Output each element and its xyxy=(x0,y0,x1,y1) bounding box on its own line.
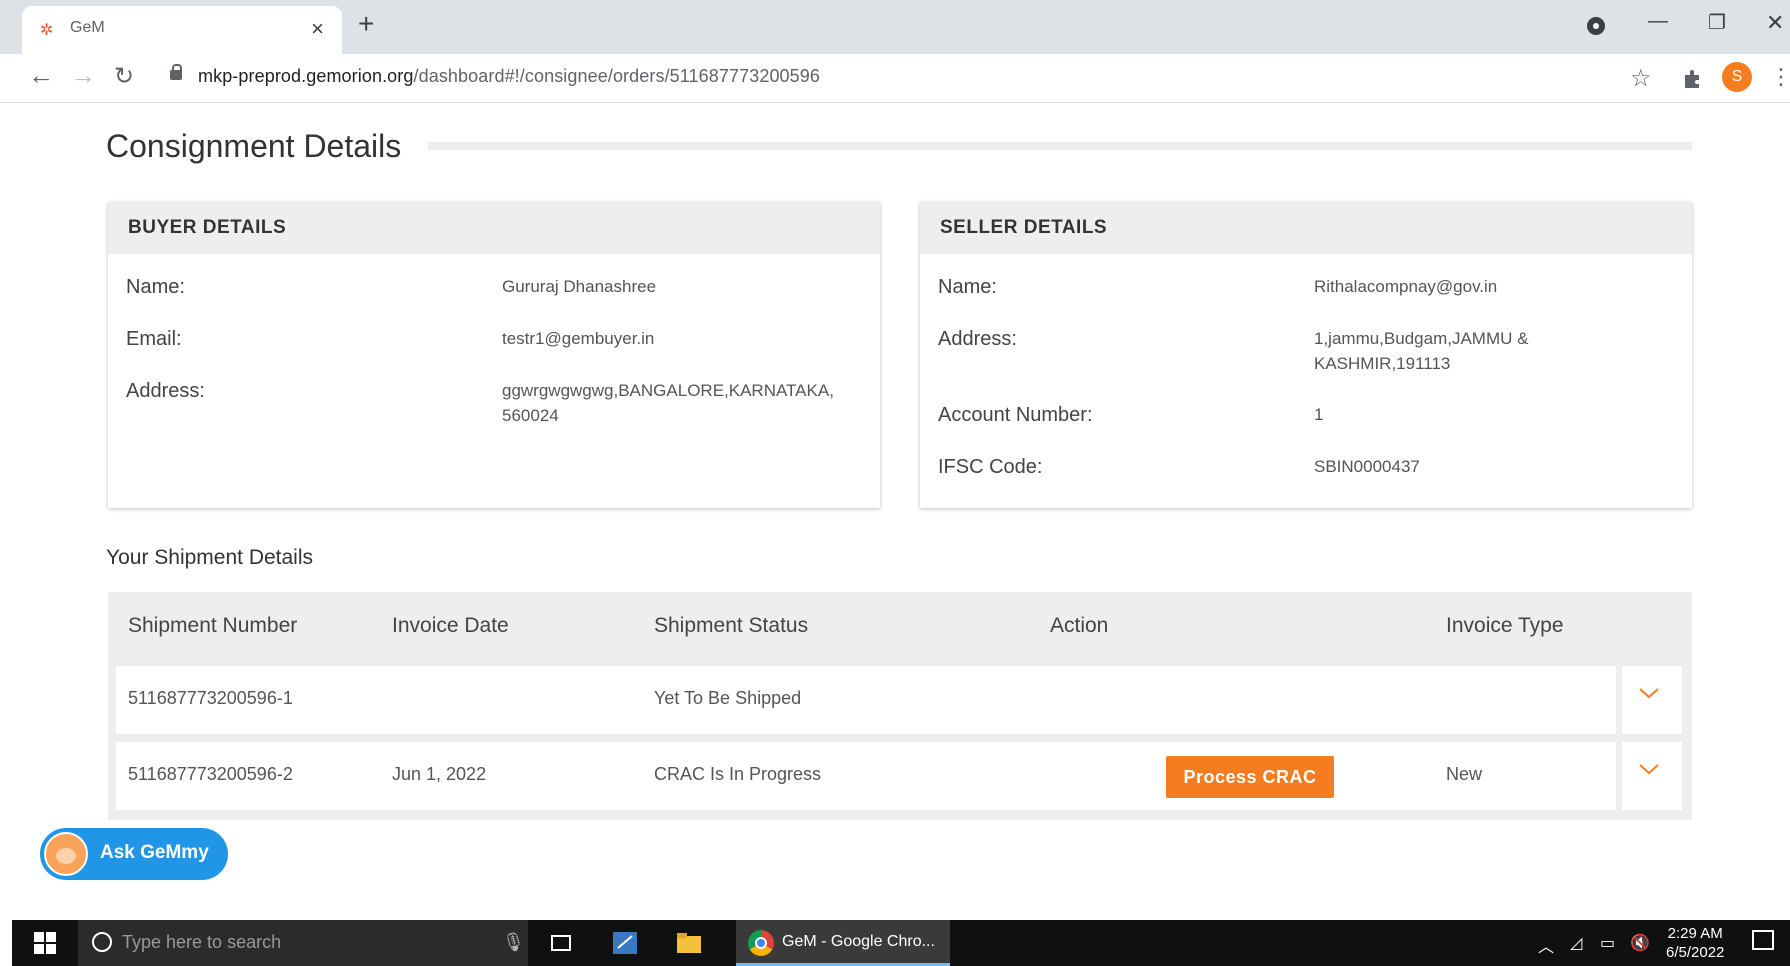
table-row: 511687773200596-1 Yet To Be Shipped xyxy=(116,666,1616,734)
title-divider xyxy=(428,142,1692,150)
taskbar-chrome-label: GeM - Google Chro... xyxy=(782,933,935,950)
notification-center-icon[interactable] xyxy=(1752,930,1774,950)
forward-arrow-icon[interactable]: → xyxy=(70,60,96,91)
shipment-status-cell: CRAC Is In Progress xyxy=(654,764,822,784)
seller-account-label: Account Number: xyxy=(938,404,1093,426)
row-expand-toggle[interactable] xyxy=(1622,666,1682,734)
address-bar[interactable]: mkp-preprod.gemorion.org/dashboard#!/con… xyxy=(198,66,820,87)
buyer-email-value: testr1@gembuyer.in xyxy=(502,329,655,348)
shipment-number-cell: 511687773200596-1 xyxy=(128,688,293,708)
buyer-email-label: Email: xyxy=(126,328,182,350)
column-header-invoice-type: Invoice Type xyxy=(1446,614,1564,637)
browser-menu-icon[interactable]: ⋮ xyxy=(1770,64,1790,90)
browser-tab-gem[interactable]: ✲ GeM × xyxy=(22,6,342,54)
battery-icon[interactable]: ▭ xyxy=(1600,933,1615,953)
restore-icon[interactable]: ❐ xyxy=(1708,10,1726,35)
buyer-details-card: BUYER DETAILS Name: Gururaj Dhanashree E… xyxy=(108,202,880,508)
gemmy-mascot-icon xyxy=(44,832,88,876)
seller-address-label: Address: xyxy=(938,328,1017,350)
page-title: Consignment Details xyxy=(106,128,402,164)
url-host: mkp-preprod.gemorion.org xyxy=(198,66,414,86)
seller-ifsc-label: IFSC Code: xyxy=(938,456,1043,478)
shipment-status-cell: Yet To Be Shipped xyxy=(654,688,802,708)
shipment-number-cell: 511687773200596-2 xyxy=(128,764,293,784)
extensions-puzzle-icon[interactable] xyxy=(1682,68,1704,90)
seller-address-line2: KASHMIR,191113 xyxy=(1314,354,1451,373)
buyer-details-heading: BUYER DETAILS xyxy=(108,202,880,254)
row-expand-toggle[interactable] xyxy=(1622,742,1682,810)
taskbar-search-placeholder: Type here to search xyxy=(122,932,282,952)
column-header-action: Action xyxy=(1050,614,1109,637)
column-header-invoice-date: Invoice Date xyxy=(392,614,509,637)
seller-details-heading: SELLER DETAILS xyxy=(920,202,1692,254)
snipping-tool-icon[interactable] xyxy=(610,928,640,958)
process-crac-button[interactable]: Process CRAC xyxy=(1166,756,1334,798)
bookmark-star-icon[interactable]: ☆ xyxy=(1630,64,1652,93)
seller-details-card: SELLER DETAILS Name: Rithalacompnay@gov.… xyxy=(920,202,1692,508)
ask-gemmy-button[interactable]: Ask GeMmy xyxy=(40,828,228,880)
tray-chevron-up-icon[interactable]: ︿ xyxy=(1538,933,1554,957)
buyer-address-line1: ggwrgwgwgwg,BANGALORE,KARNATAKA, xyxy=(502,381,834,400)
windows-start-icon[interactable] xyxy=(34,932,56,954)
minimize-icon[interactable]: — xyxy=(1648,10,1668,33)
invoice-type-cell: New xyxy=(1446,764,1483,784)
buyer-address-label: Address: xyxy=(126,380,205,402)
shipments-table: Shipment Number Invoice Date Shipment St… xyxy=(108,592,1692,820)
buyer-name-value: Gururaj Dhanashree xyxy=(502,277,657,296)
seller-account-value: 1 xyxy=(1314,405,1324,424)
network-icon[interactable]: ◿ xyxy=(1570,933,1582,953)
microphone-icon[interactable]: 🎙 xyxy=(502,932,525,953)
task-view-icon[interactable] xyxy=(546,928,576,958)
new-tab-icon[interactable]: + xyxy=(358,8,374,40)
browser-tabstrip: ✲ GeM × + — ❐ ✕ xyxy=(0,0,1790,54)
taskbar-clock[interactable]: 2:29 AM 6/5/2022 xyxy=(1666,924,1724,962)
url-path: /dashboard#!/consignee/orders/5116877732… xyxy=(413,66,820,86)
media-control-icon[interactable] xyxy=(1586,16,1606,36)
volume-muted-icon[interactable]: 🔇 xyxy=(1630,933,1650,953)
seller-address-line1: 1,jammu,Budgam,JAMMU & xyxy=(1314,329,1529,348)
ask-gemmy-label: Ask GeMmy xyxy=(100,842,209,863)
chevron-down-icon xyxy=(1639,764,1659,775)
chevron-down-icon xyxy=(1639,688,1659,699)
gem-favicon-icon: ✲ xyxy=(40,22,54,39)
invoice-date-cell: Jun 1, 2022 xyxy=(392,764,487,784)
windows-taskbar: Type here to search 🎙 GeM - Google Chro.… xyxy=(12,920,1790,966)
taskbar-chrome-window[interactable]: GeM - Google Chro... xyxy=(736,920,950,966)
seller-ifsc-value: SBIN0000437 xyxy=(1314,457,1420,476)
shipment-details-heading: Your Shipment Details xyxy=(106,546,314,569)
reload-icon[interactable]: ↻ xyxy=(114,62,134,91)
back-arrow-icon[interactable]: ← xyxy=(28,60,54,91)
profile-avatar[interactable]: S xyxy=(1722,62,1752,92)
buyer-address-line2: 560024 xyxy=(502,406,559,425)
clock-date: 6/5/2022 xyxy=(1666,944,1725,961)
column-header-shipment-status: Shipment Status xyxy=(654,614,809,637)
tab-close-icon[interactable]: × xyxy=(311,16,324,42)
column-header-shipment-number: Shipment Number xyxy=(128,614,298,637)
taskbar-search-box[interactable]: Type here to search 🎙 xyxy=(78,920,528,966)
lock-icon xyxy=(170,64,182,80)
seller-name-label: Name: xyxy=(938,276,997,298)
tab-title: GeM xyxy=(70,19,105,36)
chrome-icon xyxy=(748,930,774,956)
close-window-icon[interactable]: ✕ xyxy=(1766,10,1784,36)
buyer-name-label: Name: xyxy=(126,276,185,298)
file-explorer-icon[interactable] xyxy=(674,928,704,958)
table-row: 511687773200596-2 Jun 1, 2022 CRAC Is In… xyxy=(116,742,1616,810)
browser-toolbar: ← → ↻ mkp-preprod.gemorion.org/dashboard… xyxy=(0,54,1790,103)
clock-time: 2:29 AM xyxy=(1667,925,1723,942)
seller-name-value: Rithalacompnay@gov.in xyxy=(1314,277,1498,296)
cortana-icon xyxy=(92,932,112,952)
